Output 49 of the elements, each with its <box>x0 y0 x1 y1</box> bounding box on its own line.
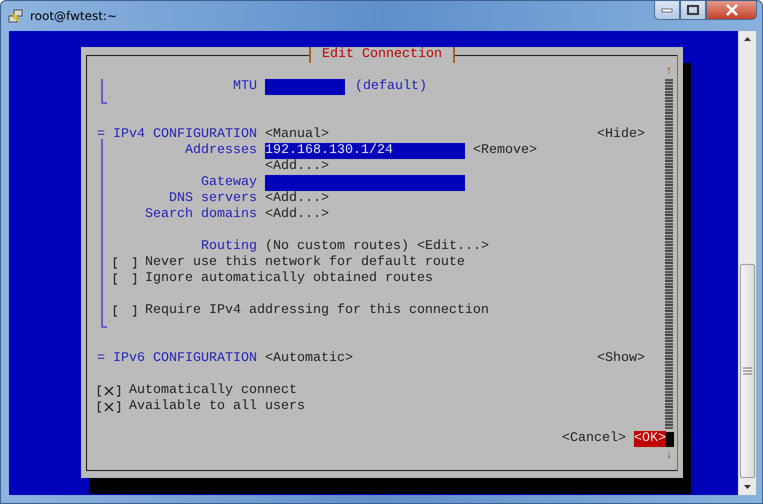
maximize-button[interactable] <box>680 1 706 20</box>
option-label: Never use this network for default route <box>145 255 465 271</box>
computer-icon <box>8 8 24 24</box>
dialog-button[interactable]: <OK> <box>634 431 666 447</box>
checkbox[interactable] <box>113 303 137 319</box>
section-marker: = <box>97 127 105 143</box>
checkbox[interactable] <box>113 271 137 287</box>
field-label: Gateway <box>200 175 257 191</box>
mtu-field[interactable] <box>265 79 345 95</box>
section-marker: = <box>97 351 105 367</box>
hide-button[interactable]: <Hide> <box>597 127 645 143</box>
option-label: Require IPv4 addressing for this connection <box>145 303 489 319</box>
checkbox[interactable] <box>113 255 137 271</box>
checkbox[interactable] <box>97 383 121 399</box>
scrollbar[interactable] <box>738 31 756 495</box>
field-label: DNS servers <box>168 191 257 207</box>
dialog-title: Edit Connection <box>309 47 455 63</box>
window-title: root@fwtest:~ <box>30 9 118 23</box>
close-button[interactable] <box>706 1 757 20</box>
scroll-thumb[interactable] <box>740 264 755 478</box>
remove-button[interactable]: <Remove> <box>473 143 537 159</box>
show-button[interactable]: <Show> <box>597 351 645 367</box>
field-label: Search domains <box>144 207 257 223</box>
minimize-icon <box>661 7 673 13</box>
add-button[interactable]: <Add...> <box>265 207 329 223</box>
option-label: Available to all users <box>129 399 305 415</box>
routing-value: (No custom routes) <box>265 239 409 255</box>
maximize-icon <box>687 5 699 15</box>
field-label: Addresses <box>184 143 257 159</box>
input-field[interactable]: 192.168.130.1/24 <box>265 143 465 159</box>
mode-button[interactable]: <Automatic> <box>265 351 353 367</box>
add-button[interactable]: <Add...> <box>265 191 329 207</box>
option-label: Ignore automatically obtained routes <box>145 271 433 287</box>
edit-button[interactable]: <Edit...> <box>416 239 489 255</box>
grip-icon <box>743 367 752 375</box>
add-button[interactable]: <Add...> <box>265 159 329 175</box>
minimize-button[interactable] <box>654 1 680 20</box>
text-cursor <box>666 432 674 446</box>
field-note: (default) <box>355 79 427 95</box>
field-label: MTU <box>232 79 257 95</box>
option-label: Automatically connect <box>129 383 297 399</box>
mode-button[interactable]: <Manual> <box>265 127 329 143</box>
section-title: IPv4 CONFIGURATION <box>113 127 257 143</box>
dialog-button[interactable]: <Cancel> <box>562 431 626 447</box>
section-title: IPv6 CONFIGURATION <box>113 351 257 367</box>
field-label: Routing <box>200 239 257 255</box>
close-icon <box>724 4 738 16</box>
checkbox[interactable] <box>97 399 121 415</box>
input-field[interactable] <box>265 175 465 191</box>
